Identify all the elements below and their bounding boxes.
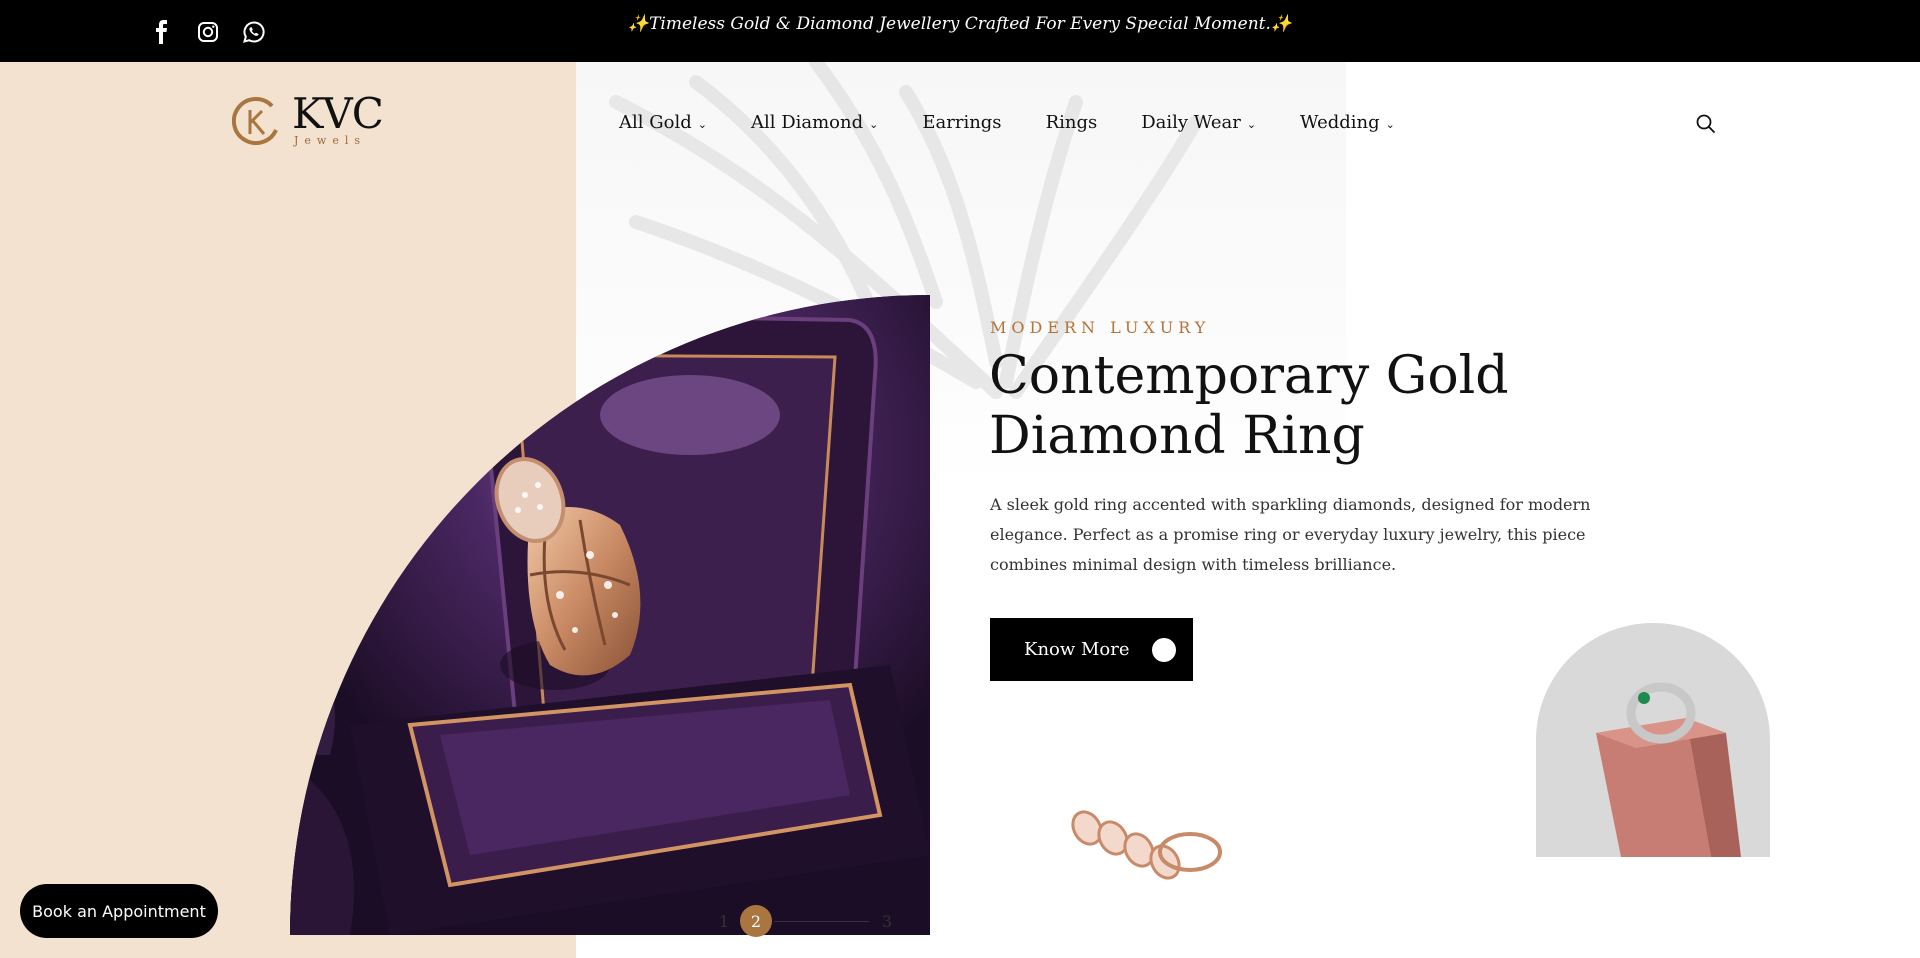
circle-icon [1151, 637, 1176, 662]
slide-dot-3[interactable]: 3 [871, 905, 903, 937]
featured-product-arch-image[interactable] [1536, 623, 1770, 857]
logo-text: KVC [292, 89, 384, 138]
nav-item-rings[interactable]: Rings [1046, 112, 1098, 133]
logo-tagline: Jewels [294, 134, 367, 147]
logo-mark-icon [232, 97, 278, 145]
nav-item-all-gold[interactable]: All Gold ⌄ [619, 112, 707, 133]
secondary-product-image[interactable] [1065, 800, 1230, 910]
slider-pagination: 1 2 3 [708, 905, 903, 937]
nav-item-label: Rings [1045, 112, 1098, 133]
nav-item-label: Earrings [922, 112, 1002, 133]
nav-item-label: Daily Wear [1141, 112, 1241, 133]
hero-title: Contemporary Gold Diamond Ring [989, 346, 1509, 466]
know-more-button[interactable]: Know More [990, 618, 1193, 681]
nav-item-earrings[interactable]: Earrings [922, 112, 1001, 133]
hero-description: A sleek gold ring accented with sparklin… [990, 495, 1591, 574]
nav-item-label: Wedding [1300, 112, 1380, 133]
nav-item-label: All Diamond [750, 112, 864, 133]
slide-dot-2[interactable]: 2 [740, 905, 772, 937]
chevron-down-icon: ⌄ [1246, 118, 1257, 131]
chevron-down-icon: ⌄ [869, 118, 879, 131]
nav-item-label: All Gold [619, 112, 692, 133]
announcement-bar: ✨Timeless Gold & Diamond Jewellery Craft… [0, 0, 1920, 62]
slider-progress-line [774, 920, 869, 922]
slide-dot-1[interactable]: 1 [708, 905, 740, 937]
nav-item-wedding[interactable]: Wedding ⌄ [1300, 112, 1395, 133]
nav-item-daily-wear[interactable]: Daily Wear ⌄ [1141, 112, 1256, 133]
book-appointment-button[interactable]: Book an Appointment [20, 884, 218, 938]
search-icon[interactable] [1695, 113, 1717, 135]
chevron-down-icon: ⌄ [1385, 118, 1395, 131]
main-nav: All Gold ⌄ All Diamond ⌄ Earrings Rings … [619, 112, 1439, 133]
announcement-text: ✨Timeless Gold & Diamond Jewellery Craft… [627, 14, 1293, 34]
chevron-down-icon: ⌄ [697, 118, 707, 131]
nav-item-all-diamond[interactable]: All Diamond ⌄ [751, 112, 878, 133]
hero-eyebrow: MODERN LUXURY [990, 318, 1211, 337]
know-more-label: Know More [1024, 639, 1130, 660]
brand-logo[interactable]: KVC Jewels [232, 89, 384, 152]
